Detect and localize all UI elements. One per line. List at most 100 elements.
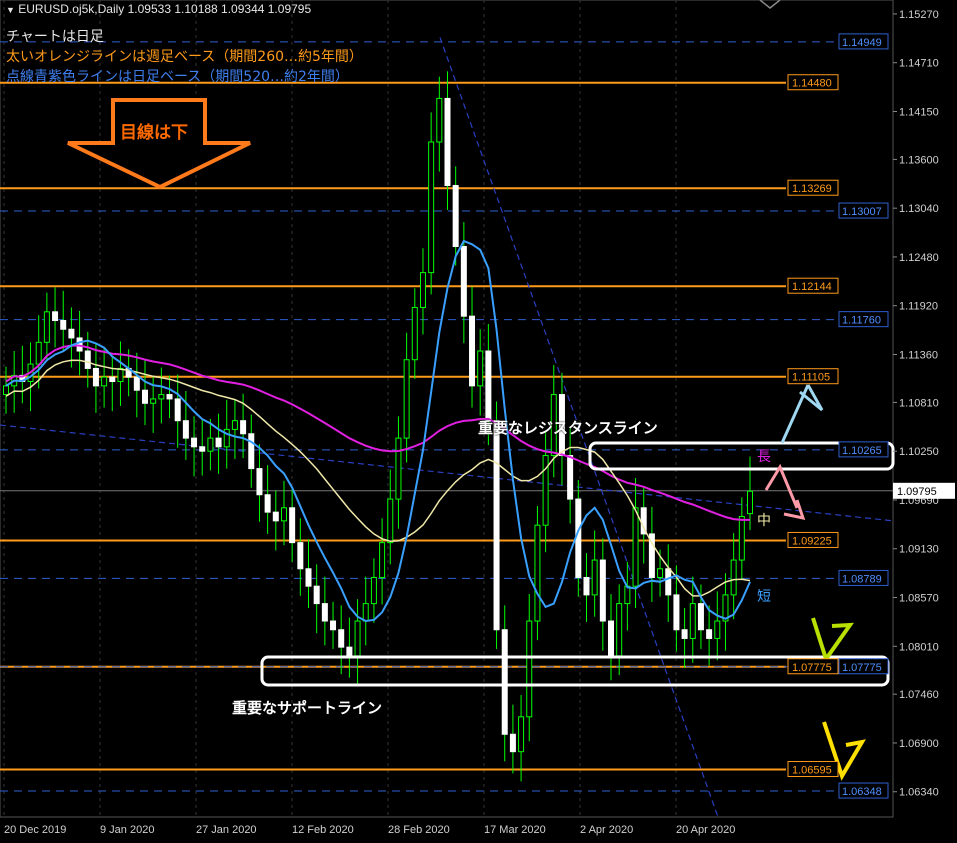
candle-body: [526, 620, 533, 718]
candle-body: [469, 315, 476, 387]
y-tick-label-8: 1.10810: [899, 397, 939, 409]
y-tick-label-1: 1.14710: [899, 58, 939, 70]
candle-body: [419, 272, 426, 308]
candle-body: [452, 185, 459, 247]
note-blue-lines: 点線青紫色ラインは日足ベース（期間520…約2年間）: [6, 69, 349, 85]
candle-body: [697, 603, 704, 631]
y-tick-label-6: 1.11920: [899, 301, 938, 313]
support-bounce-arrow-icon: [811, 617, 855, 664]
blue-level-tag-0: 1.14949: [842, 37, 882, 49]
y-tick-label-14: 1.07460: [899, 689, 939, 701]
blue-level-tag-5: 1.07775: [842, 662, 882, 674]
orange-level-tag-5: 1.07775: [792, 662, 832, 674]
candle-body: [616, 603, 623, 657]
candle-body: [280, 507, 287, 522]
candle-body: [485, 350, 492, 422]
candle-body: [3, 385, 9, 396]
orange-level-tag-1: 1.13269: [792, 183, 832, 195]
blue-level-tag-2: 1.11760: [842, 315, 881, 327]
candle-body: [313, 585, 320, 605]
candle-body: [428, 141, 435, 274]
candle-body: [477, 350, 484, 387]
time-axis: 20 Dec 2019 9 Jan 2020 27 Jan 2020 12 Feb 2…: [4, 824, 735, 836]
candle-body: [460, 245, 467, 317]
candle-body: [387, 498, 394, 544]
current-price-tag: 1.09795: [897, 486, 937, 498]
candle-body: [141, 389, 148, 404]
candle-body: [403, 359, 410, 439]
candle-body: [518, 716, 525, 753]
x-tick-label-4: 28 Feb 2020: [388, 824, 450, 836]
candle-body: [231, 420, 238, 430]
candle-body: [493, 420, 500, 631]
orange-level-tag-4: 1.09225: [792, 535, 832, 547]
candle-body: [632, 507, 639, 587]
candle-body: [264, 494, 271, 513]
resistance-label: 重要なレジスタンスライン: [478, 419, 658, 437]
candle-body: [747, 490, 753, 515]
down-arrow-icon: [67, 98, 251, 190]
candle-body: [272, 511, 279, 522]
x-tick-label-2: 27 Jan 2020: [196, 824, 257, 836]
candle-body: [207, 437, 214, 452]
ma-short-tag: 短: [757, 589, 771, 605]
candle-body: [583, 576, 590, 596]
candle-body: [305, 568, 312, 587]
level-labels: 1.14480 1.13269 1.12144 1.11105 1.09225 1.077…: [787, 33, 955, 799]
candle-body: [608, 620, 615, 657]
candle-body: [76, 337, 83, 352]
x-tick-label-7: 20 Apr 2020: [676, 824, 735, 836]
candle-body: [411, 306, 418, 361]
candle-body: [657, 568, 664, 578]
blue-level-tag-6: 1.06348: [842, 786, 882, 798]
candle-body: [714, 620, 721, 639]
scroll-marker-icon: [759, 0, 781, 9]
ma-mid-tag: 中: [757, 513, 771, 529]
candle-body: [174, 398, 181, 422]
orange-level-tag-0: 1.14480: [792, 78, 832, 90]
candle-body: [182, 420, 189, 439]
y-tick-label-13: 1.08010: [899, 641, 939, 653]
candle-body: [395, 437, 402, 500]
candle-body: [575, 498, 582, 578]
candle-body: [297, 542, 304, 570]
candle-body: [215, 437, 222, 448]
y-tick-label-9: 1.10250: [899, 446, 939, 458]
falling-trendline: [0, 424, 894, 522]
candle-body: [689, 603, 696, 639]
candle-body: [706, 629, 713, 639]
candle-body: [738, 516, 745, 561]
candle-body: [166, 394, 173, 400]
candle-body: [150, 398, 157, 404]
candle-body: [101, 376, 108, 387]
candle-body: [248, 433, 255, 470]
candle-body: [117, 367, 124, 382]
candle-body: [444, 97, 451, 187]
candle-body: [681, 629, 688, 639]
x-tick-label-6: 2 Apr 2020: [580, 824, 633, 836]
candle-body: [370, 576, 377, 605]
candle-body: [133, 376, 140, 391]
y-tick-label-3: 1.13600: [899, 154, 939, 166]
candle-body: [379, 542, 386, 578]
orange-level-tag-6: 1.06595: [792, 765, 832, 777]
note-chart-timeframe: チャートは日足: [6, 29, 104, 45]
candle-body: [346, 646, 353, 657]
candle-body: [84, 350, 91, 369]
y-tick-label-2: 1.14150: [899, 106, 939, 118]
blue-level-tag-3: 1.10265: [842, 445, 882, 457]
candle-body: [199, 446, 206, 452]
candle-body: [321, 603, 328, 622]
x-tick-label-5: 17 Mar 2020: [484, 824, 546, 836]
candle-body: [330, 620, 337, 631]
candle-body: [501, 629, 508, 735]
candle-body: [158, 394, 165, 400]
candle-body: [68, 328, 75, 339]
drawn-arrows: 目線は下: [67, 0, 866, 781]
candle-body: [591, 559, 598, 596]
blue-level-tag-1: 1.13007: [842, 206, 882, 218]
symbol-header: ▼ EURUSD.oj5k,Daily 1.09533 1.10188 1.09…: [6, 2, 312, 16]
candle-body: [436, 97, 443, 143]
up-scenario-arrow-icon: [780, 384, 824, 444]
candle-body: [109, 376, 116, 382]
